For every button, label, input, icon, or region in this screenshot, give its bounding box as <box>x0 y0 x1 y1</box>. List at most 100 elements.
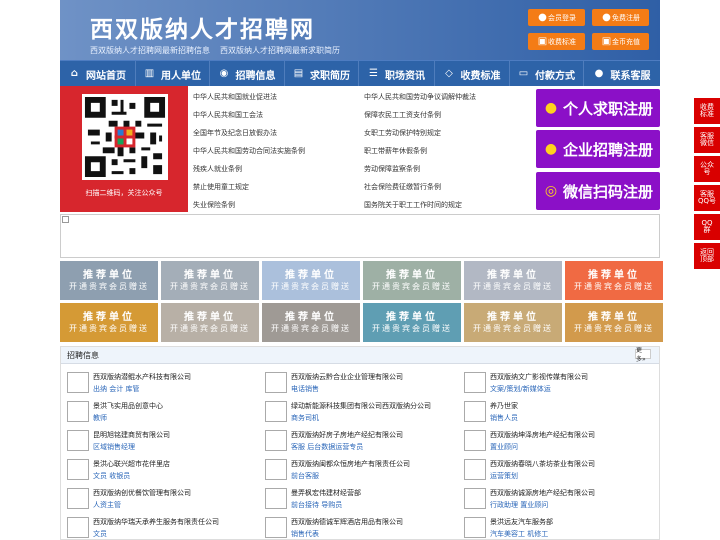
job-listing-item[interactable]: 西双版纳坤泽房地产经纪有限公司 置业顾问 <box>458 427 648 455</box>
recommended-company-tile[interactable]: 推荐单位 开通贵宾会员赠送 <box>262 303 360 342</box>
job-positions-link[interactable]: 汽车美容工 机修工 <box>490 529 548 539</box>
recommended-company-tile[interactable]: 推荐单位 开通贵宾会员赠送 <box>161 261 259 300</box>
job-positions-link[interactable]: 电话销售 <box>291 384 319 394</box>
company-name-link[interactable]: 西双版纳诚源房地产经纪有限公司 <box>490 488 595 498</box>
company-name-link[interactable]: 景洪飞实用品创意中心 <box>93 401 163 411</box>
job-listing-item[interactable]: 昆明旭铭建商贸有限公司 区域销售经理 <box>61 427 251 455</box>
job-listing-item[interactable]: 西双版纳德诚军辉酒店用品有限公司 销售代表 <box>259 514 449 540</box>
job-listing-item[interactable]: 景洪飞实用品创意中心 教师 <box>61 398 251 426</box>
recommended-company-tile[interactable]: 推荐单位 开通贵宾会员赠送 <box>60 303 158 342</box>
policy-link[interactable]: 职工带薪年休假条例 <box>364 146 427 156</box>
side-button-0[interactable]: 收费 标准 <box>694 98 720 124</box>
job-listing-item[interactable]: 西双版纳云黔合业企业管理有限公司 电话销售 <box>259 369 449 397</box>
company-name-link[interactable]: 西双版纳文广影视传媒有限公司 <box>490 372 588 382</box>
policy-link[interactable]: 中华人民共和国劳动争议调解仲裁法 <box>364 92 476 102</box>
job-positions-link[interactable]: 销售人员 <box>490 413 518 423</box>
job-positions-link[interactable]: 行政助理 置业顾问 <box>490 500 548 510</box>
job-positions-link[interactable]: 客服 后台数据运营专员 <box>291 442 363 452</box>
company-name-link[interactable]: 西双版纳创优餐饮管理有限公司 <box>93 488 191 498</box>
more-jobs-link[interactable]: 更多» <box>635 347 651 363</box>
free-register-button[interactable]: ● 免费注册 <box>592 9 649 26</box>
job-listing-item[interactable]: 西双版纳闽都众恒房地产有限责任公司 前台客服 <box>259 456 449 484</box>
policy-link[interactable]: 社会保险费征缴暂行条例 <box>364 182 441 192</box>
member-login-button[interactable]: ● 会员登录 <box>528 9 585 26</box>
job-listing-item[interactable]: 西双版纳好房子房地产经纪有限公司 客服 后台数据运营专员 <box>259 427 449 455</box>
job-positions-link[interactable]: 置业顾问 <box>490 442 518 452</box>
nav-news[interactable]: ☰ 职场资讯 <box>359 61 435 87</box>
job-listing-item[interactable]: 西双版纳文广影视传媒有限公司 文案/策划/新媒体运 <box>458 369 648 397</box>
company-name-link[interactable]: 绿动新能源科技集团有限公司西双版纳分公司 <box>291 401 431 411</box>
recommended-company-tile[interactable]: 推荐单位 开通贵宾会员赠送 <box>60 261 158 300</box>
job-positions-link[interactable]: 前台客服 <box>291 471 319 481</box>
site-title[interactable]: 西双版纳人才招聘网 <box>90 10 315 44</box>
side-button-5[interactable]: 返回 顶部 <box>694 243 720 269</box>
job-listing-item[interactable]: 景洪远友汽车服务部 汽车美容工 机修工 <box>458 514 648 540</box>
coin-recharge-button[interactable]: ▣ 金币充值 <box>592 33 649 50</box>
policy-link[interactable]: 全国年节及纪念日放假办法 <box>193 128 277 138</box>
job-listing-item[interactable]: 养乃世家 销售人员 <box>458 398 648 426</box>
job-listing-item[interactable]: 西双版纳创优餐饮管理有限公司 人资主管 <box>61 485 251 513</box>
policy-link[interactable]: 女职工劳动保护特别规定 <box>364 128 441 138</box>
recommended-company-tile[interactable]: 推荐单位 开通贵宾会员赠送 <box>464 303 562 342</box>
nav-price[interactable]: ◇ 收费标准 <box>435 61 510 87</box>
nav-document[interactable]: ▤ 求职简历 <box>285 61 359 87</box>
policy-link[interactable]: 中华人民共和国工会法 <box>193 110 263 120</box>
company-name-link[interactable]: 昆明旭铭建商贸有限公司 <box>93 430 170 440</box>
job-positions-link[interactable]: 文员 <box>93 529 107 539</box>
company-name-link[interactable]: 西双版纳坤泽房地产经纪有限公司 <box>490 430 595 440</box>
side-button-3[interactable]: 客服 QQ号 <box>694 185 720 211</box>
job-positions-link[interactable]: 教师 <box>93 413 107 423</box>
policy-link[interactable]: 失业保险条例 <box>193 200 235 210</box>
recommended-company-tile[interactable]: 推荐单位 开通贵宾会员赠送 <box>363 261 461 300</box>
job-positions-link[interactable]: 商务司机 <box>291 413 319 423</box>
job-listing-item[interactable]: 西双版纳华瑞天承养生服务有限责任公司 文员 <box>61 514 251 540</box>
company-name-link[interactable]: 西双版纳春晓八茶坊茶业有限公司 <box>490 459 595 469</box>
nav-payment[interactable]: ▭ 付款方式 <box>510 61 584 87</box>
job-positions-link[interactable]: 出纳 会计 库管 <box>93 384 139 394</box>
recommended-company-tile[interactable]: 推荐单位 开通贵宾会员赠送 <box>161 303 259 342</box>
company-name-link[interactable]: 景洪心联兴超市花伴里店 <box>93 459 170 469</box>
side-button-4[interactable]: QQ 群 <box>694 214 720 240</box>
nav-home[interactable]: ⌂ 网站首页 <box>60 61 136 87</box>
job-listing-item[interactable]: 曼弄枫宏伟建材经营部 前台接待 导购员 <box>259 485 449 513</box>
policy-link[interactable]: 劳动保障监察条例 <box>364 164 420 174</box>
recommended-company-tile[interactable]: 推荐单位 开通贵宾会员赠送 <box>565 261 663 300</box>
job-positions-link[interactable]: 运营策划 <box>490 471 518 481</box>
company-name-link[interactable]: 西双版纳云黔合业企业管理有限公司 <box>291 372 403 382</box>
company-name-link[interactable]: 西双版纳华瑞天承养生服务有限责任公司 <box>93 517 219 527</box>
job-listing-item[interactable]: 西双版纳春晓八茶坊茶业有限公司 运营策划 <box>458 456 648 484</box>
policy-link[interactable]: 中华人民共和国劳动合同法实施条例 <box>193 146 305 156</box>
nav-megaphone[interactable]: ◉ 招聘信息 <box>210 61 285 87</box>
company-name-link[interactable]: 景洪远友汽车服务部 <box>490 517 553 527</box>
job-listing-item[interactable]: 西双版纳诚源房地产经纪有限公司 行政助理 置业顾问 <box>458 485 648 513</box>
recommended-company-tile[interactable]: 推荐单位 开通贵宾会员赠送 <box>363 303 461 342</box>
policy-link[interactable]: 中华人民共和国就业促进法 <box>193 92 277 102</box>
company-name-link[interactable]: 西双版纳德诚军辉酒店用品有限公司 <box>291 517 403 527</box>
recommended-company-tile[interactable]: 推荐单位 开通贵宾会员赠送 <box>262 261 360 300</box>
nav-building[interactable]: ▥ 用人单位 <box>136 61 210 87</box>
policy-link[interactable]: 国务院关于职工工作时间的规定 <box>364 200 462 210</box>
policy-link[interactable]: 残疾人就业条例 <box>193 164 242 174</box>
job-positions-link[interactable]: 文员 收银员 <box>93 471 130 481</box>
pricing-button[interactable]: ▣ 收费标准 <box>528 33 585 50</box>
job-positions-link[interactable]: 人资主管 <box>93 500 121 510</box>
wechat-scan-register-button[interactable]: ◎ 微信扫码注册 <box>536 172 660 210</box>
job-positions-link[interactable]: 前台接待 导购员 <box>291 500 342 510</box>
policy-link[interactable]: 保障农民工工资支付条例 <box>364 110 441 120</box>
nav-support[interactable]: ● 联系客服 <box>584 61 660 87</box>
personal-job-seeker-register-button[interactable]: ● 个人求职注册 <box>536 89 660 127</box>
company-name-link[interactable]: 西双版纳好房子房地产经纪有限公司 <box>291 430 403 440</box>
job-positions-link[interactable]: 区域销售经理 <box>93 442 135 452</box>
side-button-1[interactable]: 客服 微信 <box>694 127 720 153</box>
job-positions-link[interactable]: 销售代表 <box>291 529 319 539</box>
company-name-link[interactable]: 养乃世家 <box>490 401 518 411</box>
company-recruitment-register-button[interactable]: ● 企业招聘注册 <box>536 130 660 168</box>
recommended-company-tile[interactable]: 推荐单位 开通贵宾会员赠送 <box>464 261 562 300</box>
side-button-2[interactable]: 公众 号 <box>694 156 720 182</box>
job-positions-link[interactable]: 文案/策划/新媒体运 <box>490 384 551 394</box>
job-listing-item[interactable]: 景洪心联兴超市花伴里店 文员 收银员 <box>61 456 251 484</box>
policy-link[interactable]: 禁止使用童工规定 <box>193 182 249 192</box>
job-listing-item[interactable]: 西双版纳潜鲲水产科技有限公司 出纳 会计 库管 <box>61 369 251 397</box>
recommended-company-tile[interactable]: 推荐单位 开通贵宾会员赠送 <box>565 303 663 342</box>
job-listing-item[interactable]: 绿动新能源科技集团有限公司西双版纳分公司 商务司机 <box>259 398 449 426</box>
